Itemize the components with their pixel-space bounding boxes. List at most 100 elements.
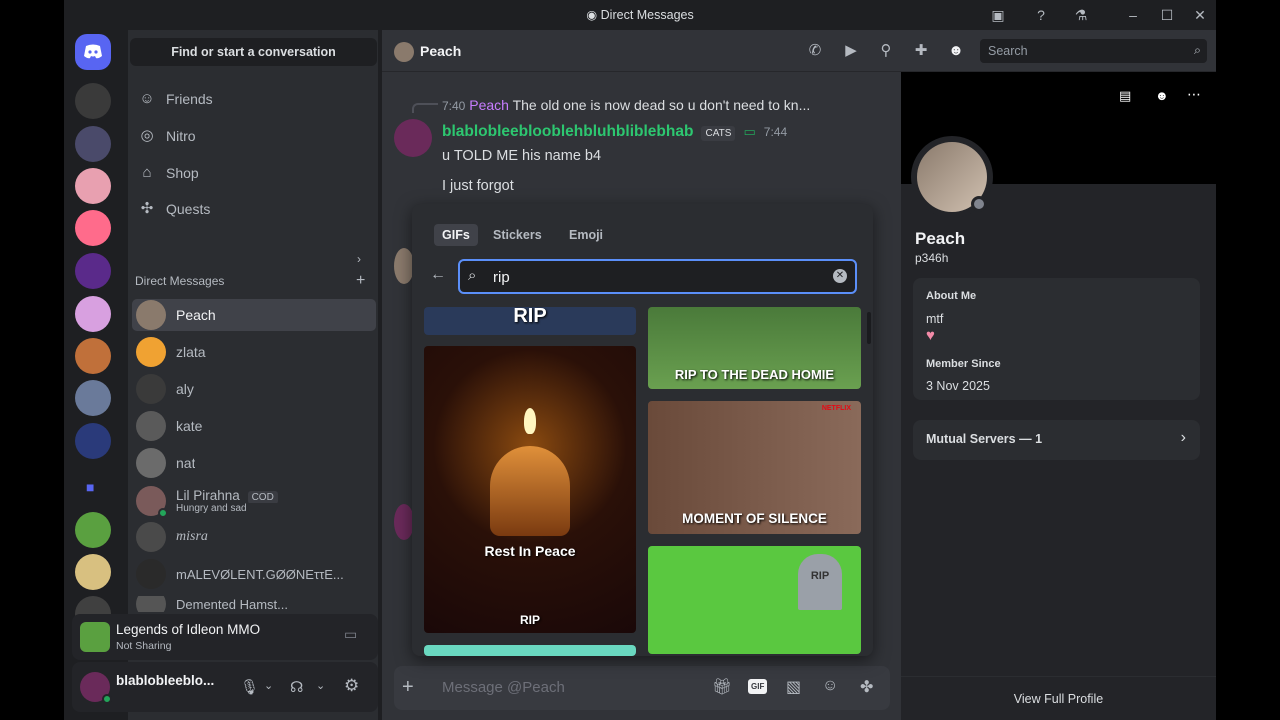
gif-tile[interactable]: RIP [424, 307, 636, 335]
gif-tile[interactable]: Rest In Peace RIP [424, 346, 636, 633]
gif-tile[interactable]: RIP TO THE DEAD HOMIE [648, 307, 861, 389]
sticker-icon[interactable]: ▧ [786, 677, 801, 697]
discord-logo-icon: ◉ [586, 8, 598, 22]
chevron-right-icon: › [1180, 429, 1186, 446]
server-icon[interactable] [75, 380, 111, 416]
dm-item[interactable]: Peach [132, 299, 376, 331]
add-attachment-icon[interactable]: + [402, 676, 414, 699]
search-input[interactable]: Search ⌕ [980, 39, 1207, 63]
avatar [136, 596, 166, 612]
server-icon[interactable] [75, 554, 111, 590]
dm-item[interactable]: nat [132, 447, 376, 479]
find-conversation-button[interactable]: Find or start a conversation [130, 38, 377, 66]
status-offline-icon [971, 196, 987, 212]
scrollbar-thumb[interactable] [867, 312, 871, 344]
avatar [136, 374, 166, 404]
message-composer: + Message @Peach 🎁︎ GIF ▧ ☺ ✤ [394, 666, 890, 710]
more-options-icon[interactable]: ⋯ [1187, 86, 1201, 103]
add-friend-icon[interactable]: ☻ [1155, 88, 1169, 103]
gif-picker: GIFs Stickers Emoji ← ⌕ rip ✕ RIP RIP TO… [412, 204, 873, 656]
emoji-icon[interactable]: ☺ [822, 677, 838, 695]
dm-item[interactable]: Demented Hamst... [132, 596, 376, 612]
dm-item[interactable]: mALEVØLENT.GØØNEττE... [132, 558, 376, 590]
apps-icon[interactable]: ✤ [860, 677, 873, 697]
dm-item[interactable]: misra [132, 521, 376, 553]
gif-tile[interactable]: NETFLIX MOMENT OF SILENCE [648, 401, 861, 534]
nav-quests[interactable]: ✣ Quests [138, 194, 211, 224]
avatar[interactable] [80, 672, 112, 704]
chevron-right-icon[interactable]: › [357, 252, 361, 266]
dm-item[interactable]: zlata [132, 336, 376, 368]
message-input[interactable]: Message @Peach [442, 679, 565, 696]
desktop-icon: ▭ [743, 124, 756, 139]
nav-shop[interactable]: ⌂ Shop [138, 158, 198, 188]
headphones-icon[interactable]: ☊ [290, 678, 303, 696]
avatar [136, 337, 166, 367]
server-icon[interactable] [75, 296, 111, 332]
mutual-servers-button[interactable]: Mutual Servers — 1 › [913, 420, 1200, 460]
avatar [136, 522, 166, 552]
server-icon[interactable] [75, 210, 111, 246]
avatar [394, 248, 414, 284]
activity-panel: Legends of Idleon MMO Not Sharing ▭ [72, 614, 378, 660]
minimize-button[interactable]: – [1120, 4, 1146, 26]
heart-icon: ♥ [926, 327, 935, 344]
avatar [394, 504, 414, 540]
avatar [136, 559, 166, 589]
server-icon[interactable] [75, 512, 111, 548]
avatar [136, 411, 166, 441]
video-call-icon[interactable]: ▶ [842, 42, 860, 60]
server-icon[interactable] [75, 83, 111, 119]
server-icon[interactable] [75, 338, 111, 374]
dm-item[interactable]: Lil Pirahna COD Hungry and sad [132, 484, 376, 518]
maximize-button[interactable]: ☐ [1154, 4, 1180, 26]
avatar [136, 486, 168, 518]
nav-friends[interactable]: ☺ Friends [138, 84, 212, 114]
close-window-button[interactable]: ✕ [1187, 4, 1213, 26]
title-bar: ◉ Direct Messages ▣ ? ⚗ – ☐ ✕ [64, 0, 1216, 30]
pin-icon[interactable]: ⚲ [877, 42, 895, 60]
server-icon[interactable] [75, 423, 111, 459]
message-header: blablobleeblooblehbluhbliblebhab CATS ▭ … [442, 123, 788, 141]
gif-search-input[interactable]: ⌕ rip ✕ [458, 259, 857, 294]
notes-icon[interactable]: ▤ [1119, 88, 1131, 104]
friends-icon: ☺ [139, 90, 155, 107]
server-icon[interactable] [75, 253, 111, 289]
voice-call-icon[interactable]: ✆ [806, 42, 824, 60]
activity-icon[interactable]: ⚗ [1072, 6, 1090, 24]
status-online-icon [102, 694, 112, 704]
avatar [394, 42, 414, 62]
profile-avatar[interactable] [911, 136, 993, 218]
dm-item[interactable]: aly [132, 373, 376, 405]
server-icon[interactable] [75, 126, 111, 162]
inbox-icon[interactable]: ▣ [989, 6, 1007, 24]
clear-search-icon[interactable]: ✕ [833, 269, 847, 283]
chevron-down-icon[interactable]: ⌄ [264, 679, 273, 692]
status-online-icon [158, 508, 168, 518]
user-profile-icon[interactable]: ☻ [947, 42, 965, 60]
gift-icon[interactable]: 🎁︎ [712, 677, 732, 697]
folder-icon[interactable]: ■ [86, 480, 100, 494]
chevron-down-icon[interactable]: ⌄ [316, 679, 325, 692]
add-friends-icon[interactable]: ✚ [912, 42, 930, 60]
back-arrow-icon[interactable]: ← [430, 266, 446, 284]
gif-tile[interactable]: RIP [648, 546, 861, 654]
server-icon[interactable] [75, 168, 111, 204]
nav-nitro[interactable]: ◎ Nitro [138, 121, 195, 151]
server-tag-badge: CATS [701, 126, 736, 141]
create-dm-icon[interactable]: + [356, 272, 365, 290]
tab-stickers[interactable]: Stickers [485, 224, 550, 246]
screen-share-icon[interactable]: ▭ [344, 626, 362, 644]
tab-emoji[interactable]: Emoji [561, 224, 611, 246]
dm-item[interactable]: kate [132, 410, 376, 442]
help-icon[interactable]: ? [1032, 6, 1050, 24]
gif-tile[interactable] [424, 645, 636, 656]
tab-gifs[interactable]: GIFs [434, 224, 478, 246]
microphone-icon[interactable]: 🎙 [240, 678, 259, 696]
home-dm-button[interactable] [75, 34, 111, 70]
avatar[interactable] [394, 119, 432, 157]
settings-gear-icon[interactable]: ⚙ [344, 676, 359, 696]
gif-icon[interactable]: GIF [748, 679, 768, 694]
view-full-profile-button[interactable]: View Full Profile [901, 676, 1216, 720]
reply-preview[interactable]: 7:40 Peach The old one is now dead so u … [442, 97, 810, 113]
